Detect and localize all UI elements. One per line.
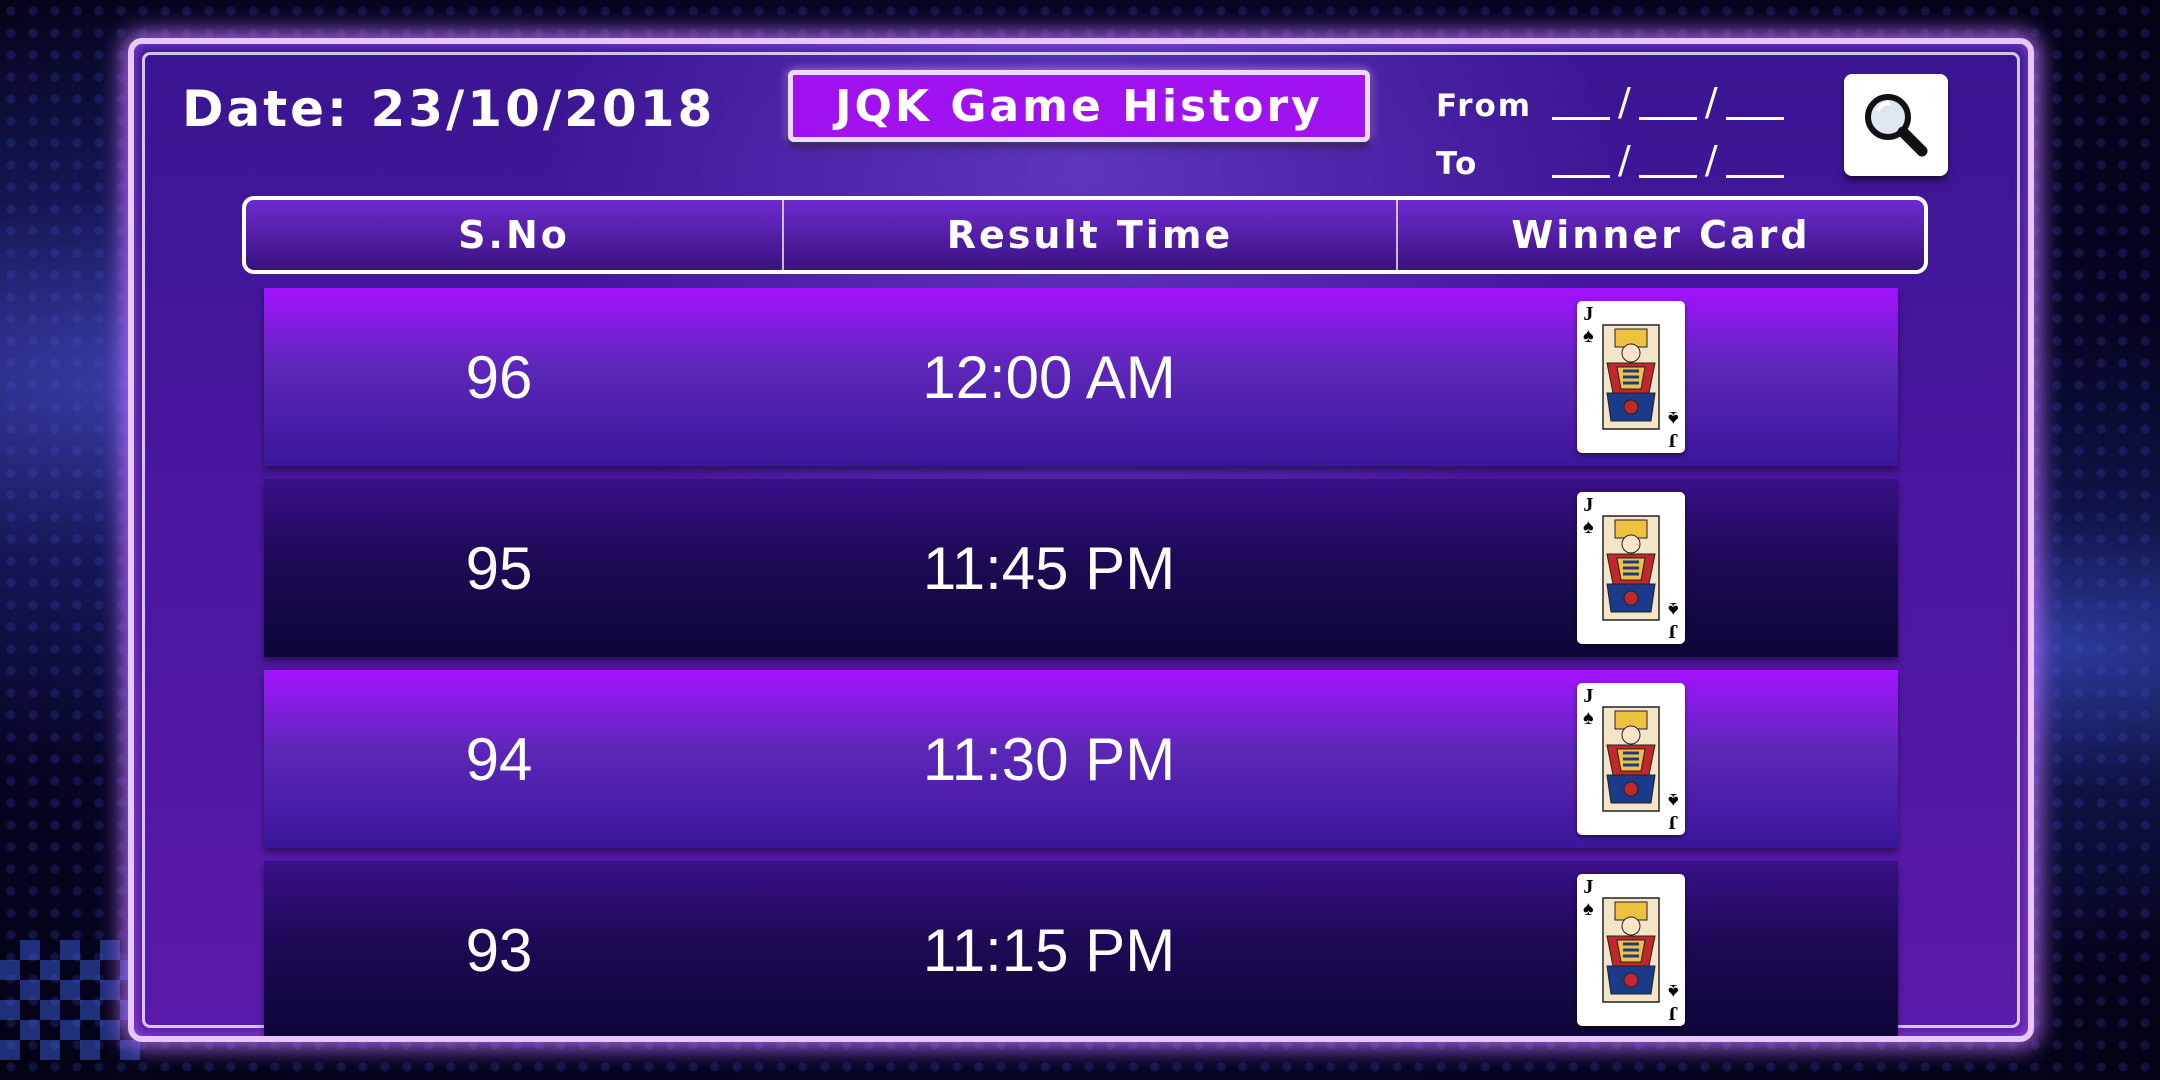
card-corner: J ♠ <box>1668 789 1679 833</box>
row-result-time: 11:45 PM <box>922 534 1176 602</box>
row-winner-card: J ♠ J ♠ <box>1364 683 1898 835</box>
row-winner-card: J ♠ J ♠ <box>1364 874 1898 1026</box>
jack-of-spades-card: J ♠ J ♠ <box>1577 301 1685 453</box>
row-sno: 96 <box>465 343 533 411</box>
from-month-slot[interactable] <box>1638 117 1697 120</box>
jack-face-icon <box>1602 897 1660 1003</box>
card-corner: J ♠ <box>1668 980 1679 1024</box>
background-checker-pattern <box>0 940 140 1060</box>
table-row[interactable]: 94 11:30 PM J ♠ J ♠ <box>264 670 1898 848</box>
from-label: From <box>1436 88 1533 124</box>
jack-of-spades-card: J ♠ J ♠ <box>1577 492 1685 644</box>
search-icon <box>1865 94 1928 157</box>
column-header-sno: S.No <box>246 200 784 270</box>
card-corner: J ♠ <box>1668 407 1679 451</box>
from-separator: / <box>1704 80 1718 124</box>
from-date-field[interactable]: / / <box>1552 80 1784 124</box>
card-corner: J ♠ <box>1668 598 1679 642</box>
card-corner: J ♠ <box>1583 303 1594 347</box>
to-month-slot[interactable] <box>1638 175 1697 178</box>
history-table-body: 96 12:00 AM J ♠ J ♠ 95 11:45 PM J ♠ J ♠ … <box>264 288 1898 1036</box>
table-row[interactable]: 95 11:45 PM J ♠ J ♠ <box>264 479 1898 657</box>
to-separator: / <box>1618 138 1631 182</box>
row-result-time: 11:15 PM <box>922 916 1176 984</box>
to-day-slot[interactable] <box>1552 175 1610 178</box>
from-separator: / <box>1618 80 1631 124</box>
jack-face-icon <box>1602 515 1660 621</box>
to-date-field[interactable]: / / <box>1552 138 1784 182</box>
card-corner: J ♠ <box>1583 494 1594 538</box>
row-sno: 95 <box>465 534 533 602</box>
jack-of-spades-card: J ♠ J ♠ <box>1577 874 1685 1026</box>
card-corner: J ♠ <box>1583 685 1594 729</box>
table-row[interactable]: 93 11:15 PM J ♠ J ♠ <box>264 861 1898 1036</box>
column-header-winner-card: Winner Card <box>1511 213 1811 257</box>
to-separator: / <box>1704 138 1718 182</box>
jack-of-spades-card: J ♠ J ♠ <box>1577 683 1685 835</box>
search-button[interactable] <box>1844 74 1948 176</box>
page-title: JQK Game History <box>788 70 1370 142</box>
table-row[interactable]: 96 12:00 AM J ♠ J ♠ <box>264 288 1898 466</box>
row-winner-card: J ♠ J ♠ <box>1364 301 1898 453</box>
current-date: Date: 23/10/2018 <box>182 80 716 138</box>
row-sno: 93 <box>465 916 533 984</box>
jack-face-icon <box>1602 706 1660 812</box>
column-header-result-time: Result Time <box>784 200 1398 270</box>
row-sno: 94 <box>465 725 533 793</box>
from-day-slot[interactable] <box>1552 117 1610 120</box>
card-corner: J ♠ <box>1583 876 1594 920</box>
from-year-slot[interactable] <box>1725 117 1784 120</box>
row-result-time: 12:00 AM <box>922 343 1176 411</box>
row-result-time: 11:30 PM <box>922 725 1176 793</box>
history-panel: Date: 23/10/2018 JQK Game History From /… <box>128 38 2034 1042</box>
to-year-slot[interactable] <box>1725 175 1784 178</box>
table-header: S.No Result Time Winner Card <box>242 196 1928 274</box>
jack-face-icon <box>1602 324 1660 430</box>
to-label: To <box>1436 146 1479 182</box>
row-winner-card: J ♠ J ♠ <box>1364 492 1898 644</box>
